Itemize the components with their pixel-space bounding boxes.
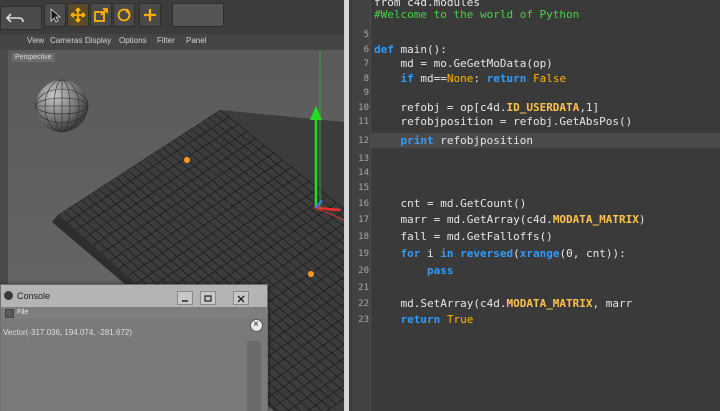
line-number: 17	[358, 215, 369, 225]
line-number: 14	[358, 168, 369, 178]
console-menu-file[interactable]: File	[17, 309, 28, 316]
undo-button[interactable]	[0, 6, 42, 30]
line-number: 13	[358, 154, 369, 164]
console-menubar: File	[1, 307, 267, 319]
line-number-gutter: 5 6 7 8 9 10 11 12 13 14 15 16 17 18 19 20 21 22 23	[352, 0, 371, 411]
code-line[interactable]: cnt = md.GetCount()	[374, 197, 526, 210]
null-object-point	[308, 271, 314, 277]
add-icon	[144, 9, 156, 21]
code-line[interactable]: fall = md.GetFalloffs()	[374, 230, 552, 243]
line-number: 5	[363, 30, 369, 40]
console-scrollbar[interactable]	[247, 341, 261, 411]
line-number: 6	[363, 45, 369, 55]
console-titlebar[interactable]: Console	[1, 285, 267, 307]
null-object-point	[184, 157, 190, 163]
code-line[interactable]: pass	[374, 264, 454, 277]
line-number: 20	[358, 266, 369, 276]
line-number: 10	[358, 103, 369, 113]
move-icon	[70, 7, 86, 23]
menu-filter[interactable]: Filter	[157, 36, 175, 45]
line-number: 18	[358, 232, 369, 242]
code-line[interactable]: md = mo.GeGetMoData(op)	[374, 57, 552, 70]
code-line[interactable]: #Welcome to the world of Python	[374, 8, 579, 21]
menu-view[interactable]: View	[27, 36, 44, 45]
line-number: 19	[358, 249, 369, 259]
code-line[interactable]: refobjposition = refobj.GetAbsPos()	[374, 115, 632, 128]
scale-tool-button[interactable]	[90, 3, 112, 27]
console-window[interactable]: Console File Vector(-317.036, 194.074, -…	[0, 284, 268, 411]
menu-panel[interactable]: Panel	[186, 36, 206, 45]
move-tool-button[interactable]	[67, 3, 89, 27]
viewport-menubar: View Cameras Display Options Filter Pane…	[0, 34, 344, 51]
minimize-button[interactable]	[177, 291, 193, 305]
console-title: Console	[17, 291, 51, 301]
close-icon	[237, 295, 245, 303]
menu-display[interactable]: Display	[85, 36, 111, 45]
add-tool-button[interactable]	[139, 3, 161, 27]
code-line[interactable]: print refobjposition	[374, 134, 533, 147]
render-tools-group[interactable]	[172, 3, 224, 27]
rotate-tool-button[interactable]	[113, 3, 135, 27]
code-line[interactable]: def main():	[374, 43, 447, 56]
code-line[interactable]: refobj = op[c4d.ID_USERDATA,1]	[374, 101, 599, 114]
viewport-label: Perspective	[12, 53, 55, 62]
console-output-line: Vector(-317.036, 194.074, -281.672)	[3, 328, 132, 337]
undo-icon	[5, 13, 24, 23]
x-icon: ×	[253, 319, 259, 330]
line-number: 15	[358, 183, 369, 193]
code-line[interactable]: for i in reversed(xrange(0, cnt)):	[374, 247, 626, 260]
sphere-object	[35, 79, 89, 133]
main-toolbar	[0, 0, 344, 35]
menu-cameras[interactable]: Cameras	[50, 36, 82, 45]
line-number: 23	[358, 315, 369, 325]
close-button[interactable]	[233, 291, 249, 305]
line-number: 7	[363, 59, 369, 69]
line-number: 21	[358, 283, 369, 293]
cursor-icon	[50, 8, 62, 23]
menu-options[interactable]: Options	[119, 36, 147, 45]
line-number: 16	[358, 199, 369, 209]
code-line[interactable]: marr = md.GetArray(c4d.MODATA_MATRIX)	[374, 213, 645, 226]
line-number: 22	[358, 299, 369, 309]
minimize-icon	[182, 300, 188, 302]
maximize-icon	[204, 295, 212, 302]
rotate-icon	[117, 8, 131, 22]
code-editor[interactable]: 5 6 7 8 9 10 11 12 13 14 15 16 17 18 19 20 21 22 23 from c…	[352, 0, 720, 411]
cursor-tool-button[interactable]	[44, 3, 66, 27]
line-number: 9	[363, 88, 369, 98]
console-output[interactable]: Vector(-317.036, 194.074, -281.672) ×	[1, 319, 267, 411]
code-line[interactable]: if md==None: return False	[374, 72, 567, 85]
left-tool-strip	[0, 50, 8, 290]
clear-console-button[interactable]: ×	[250, 319, 263, 332]
line-number: 12	[358, 136, 369, 146]
file-icon	[5, 309, 14, 318]
code-line[interactable]: return True	[374, 313, 474, 326]
line-number: 8	[363, 74, 369, 84]
maximize-button[interactable]	[200, 291, 216, 305]
console-app-icon	[4, 291, 13, 300]
code-line[interactable]: md.SetArray(c4d.MODATA_MATRIX, marr	[374, 297, 632, 310]
line-number: 11	[358, 117, 369, 127]
3d-application: View Cameras Display Options Filter Pane…	[0, 0, 344, 411]
scale-icon	[94, 8, 108, 22]
